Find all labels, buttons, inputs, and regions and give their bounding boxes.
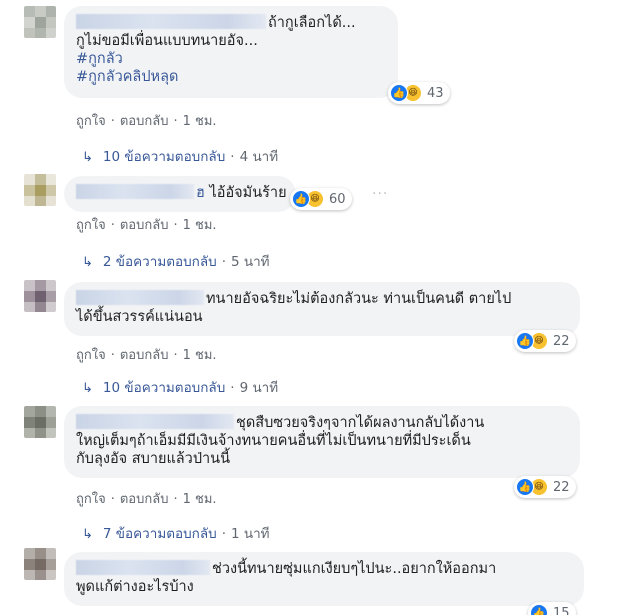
comment-actions: ถูกใจ · ตอบกลับ · 1 ชม.	[76, 344, 217, 365]
comment-text: กับลุงอัจ สบายแล้วป่านนี้	[76, 451, 230, 467]
separator: ·	[110, 218, 115, 233]
reaction-count: 22	[553, 479, 570, 495]
separator: ·	[110, 114, 115, 129]
comment-text: ชุดสืบซวยจริงๆจากได้ผลงานกลับได้งาน	[236, 415, 485, 431]
separator: ·	[110, 492, 115, 507]
separator: ·	[173, 218, 178, 233]
reaction-summary[interactable]: 👍 😆 60	[290, 188, 352, 210]
separator: ·	[110, 348, 115, 363]
comment-text: กูไม่ขอมีเพื่อนแบบทนายอัจ...	[76, 33, 258, 49]
separator: ·	[173, 114, 178, 129]
comment-actions: ถูกใจ · ตอบกลับ · 1 ชม.	[76, 488, 217, 509]
like-link[interactable]: ถูกใจ	[76, 110, 106, 131]
more-options-icon[interactable]: ···	[372, 186, 388, 202]
comment-text: ช่วงนี้ทนายซุ่มแกเงียบๆไปนะ..อยากให้ออกม…	[212, 561, 497, 577]
like-link[interactable]: ถูกใจ	[76, 488, 106, 509]
replies-time: 9 นาที	[239, 380, 279, 396]
author-name-redacted[interactable]	[76, 290, 204, 305]
reply-arrow-icon: ↳	[82, 255, 93, 270]
timestamp[interactable]: 1 ชม.	[183, 214, 217, 235]
separator: ·	[173, 348, 178, 363]
like-link[interactable]: ถูกใจ	[76, 344, 106, 365]
comment-text: ได้ขึ้นสวรรค์แน่นอน	[76, 309, 203, 325]
thumbs-up-icon: 👍	[292, 190, 310, 208]
comment-bubble: ฮ ไอ้อัจมันร้าย	[64, 176, 296, 212]
thumbs-up-icon: 👍	[516, 332, 534, 350]
reply-link[interactable]: ตอบกลับ	[120, 344, 169, 365]
reply-link[interactable]: ตอบกลับ	[120, 488, 169, 509]
avatar[interactable]	[24, 6, 56, 38]
reply-link[interactable]: ตอบกลับ	[120, 110, 169, 131]
replies-count[interactable]: 10 ข้อความตอบกลับ	[103, 380, 225, 396]
view-replies-link[interactable]: ↳ 10 ข้อความตอบกลับ · 4 นาที	[82, 145, 278, 167]
reply-arrow-icon: ↳	[82, 527, 93, 542]
replies-time: 5 นาที	[230, 254, 270, 270]
comment-text: ไอ้อัจมันร้าย	[209, 185, 287, 201]
author-name-redacted[interactable]	[76, 184, 194, 199]
author-name-redacted[interactable]	[76, 414, 234, 429]
comment-actions: ถูกใจ · ตอบกลับ · 1 ชม.	[76, 214, 217, 235]
avatar[interactable]	[24, 406, 56, 438]
comment-actions: ถูกใจ · ตอบกลับ · 1 ชม.	[76, 110, 217, 131]
reply-arrow-icon: ↳	[82, 150, 93, 165]
reply-link[interactable]: ตอบกลับ	[120, 214, 169, 235]
comment-text: พูดแก้ต่างอะไรบ้าง	[76, 579, 194, 595]
replies-time: 1 นาที	[230, 526, 270, 542]
hashtag-link[interactable]: #กูกลัวคลิปหลุด	[76, 68, 386, 86]
reaction-count: 60	[329, 191, 346, 207]
comment-bubble: ชุดสืบซวยจริงๆจากได้ผลงานกลับได้งาน ใหญ่…	[64, 406, 580, 478]
view-replies-link[interactable]: ↳ 2 ข้อความตอบกลับ · 5 นาที	[82, 250, 270, 272]
thumbs-up-icon: 👍	[516, 478, 534, 496]
author-name-tail[interactable]: ฮ	[196, 185, 205, 201]
avatar[interactable]	[24, 174, 56, 206]
comment-text: ทนายอัจฉริยะไม่ต้องกลัวนะ ท่านเป็นคนดี ต…	[206, 291, 512, 307]
avatar[interactable]	[24, 548, 56, 580]
avatar[interactable]	[24, 280, 56, 312]
comment-bubble: ทนายอัจฉริยะไม่ต้องกลัวนะ ท่านเป็นคนดี ต…	[64, 282, 580, 336]
comment-bubble: ช่วงนี้ทนายซุ่มแกเงียบๆไปนะ..อยากให้ออกม…	[64, 552, 584, 606]
view-replies-link[interactable]: ↳ 10 ข้อความตอบกลับ · 9 นาที	[82, 376, 278, 398]
reaction-summary[interactable]: 👍 15	[528, 602, 576, 615]
timestamp[interactable]: 1 ชม.	[183, 488, 217, 509]
reaction-summary[interactable]: 👍 😆 22	[514, 476, 576, 498]
reaction-count: 43	[427, 85, 444, 101]
reaction-summary[interactable]: 👍 😆 22	[514, 330, 576, 352]
timestamp[interactable]: 1 ชม.	[183, 344, 217, 365]
comment-text: ถ้ากูเลือกได้...	[268, 15, 356, 31]
reaction-count: 22	[553, 333, 570, 349]
separator: ·	[221, 254, 226, 270]
hashtag-link[interactable]: #กูกลัว	[76, 50, 386, 68]
replies-count[interactable]: 7 ข้อความตอบกลับ	[103, 526, 217, 542]
reply-arrow-icon: ↳	[82, 381, 93, 396]
author-name-redacted[interactable]	[76, 560, 210, 575]
thumbs-up-icon: 👍	[390, 84, 408, 102]
replies-time: 4 นาที	[239, 149, 279, 165]
like-link[interactable]: ถูกใจ	[76, 214, 106, 235]
author-name-redacted[interactable]	[76, 14, 266, 29]
replies-count[interactable]: 10 ข้อความตอบกลับ	[103, 149, 225, 165]
reaction-summary[interactable]: 👍 😆 43	[388, 82, 450, 104]
reaction-count: 15	[553, 605, 570, 615]
separator: ·	[173, 492, 178, 507]
separator: ·	[230, 149, 235, 165]
view-replies-link[interactable]: ↳ 7 ข้อความตอบกลับ · 1 นาที	[82, 522, 270, 544]
replies-count[interactable]: 2 ข้อความตอบกลับ	[103, 254, 217, 270]
timestamp[interactable]: 1 ชม.	[183, 110, 217, 131]
comment-text: ใหญ่เต็มๆถ้าเอ็มมีมีเงินจ้างทนายคนอื่นที…	[76, 433, 471, 449]
comment-bubble: ถ้ากูเลือกได้... กูไม่ขอมีเพื่อนแบบทนายอ…	[64, 6, 398, 98]
separator: ·	[221, 526, 226, 542]
separator: ·	[230, 380, 235, 396]
thumbs-up-icon: 👍	[530, 604, 548, 615]
